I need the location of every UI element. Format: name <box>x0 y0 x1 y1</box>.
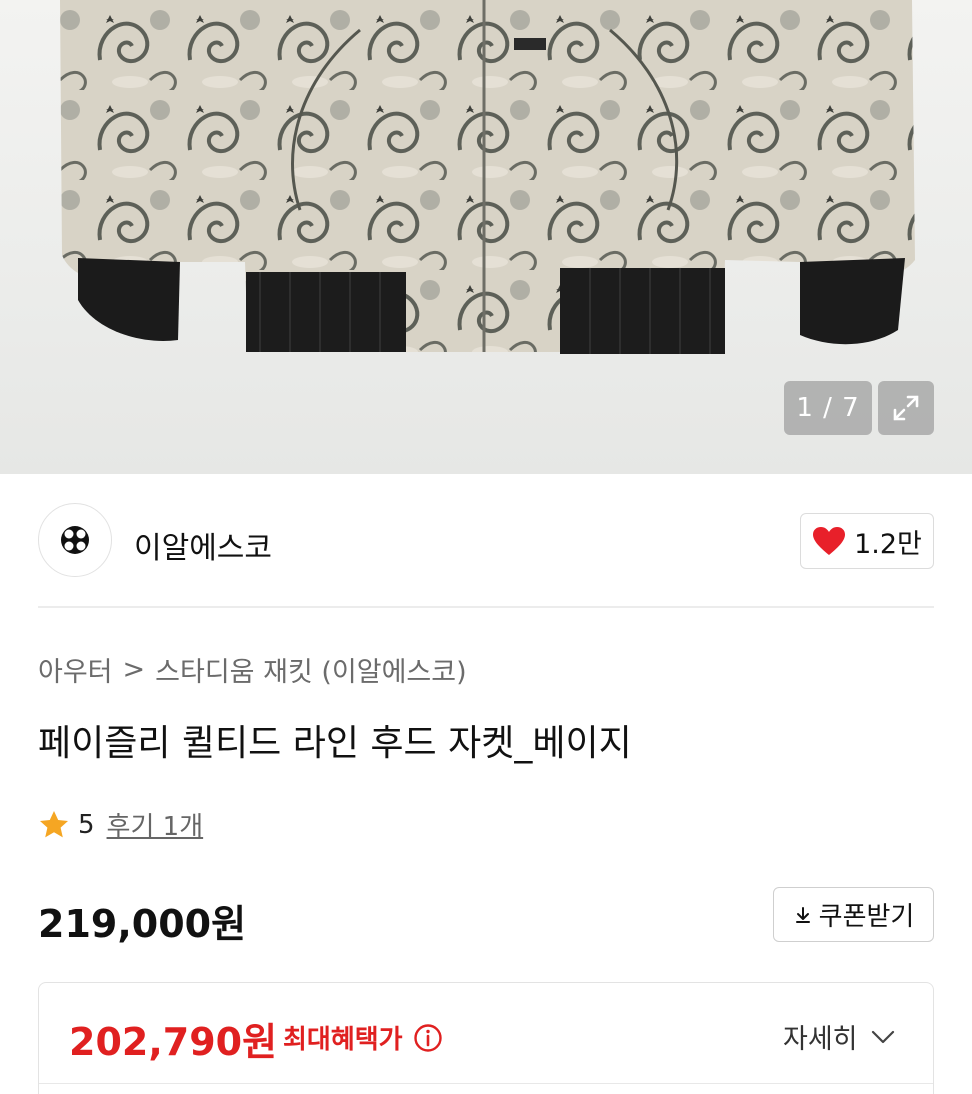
download-icon <box>795 906 810 923</box>
benefit-price: 202,790원 <box>69 1020 278 1064</box>
heart-icon <box>813 527 846 555</box>
breadcrumb: 아우터 > 스타디움 재킷 (이알에스코) <box>38 650 467 689</box>
review-link[interactable]: 후기 1개 <box>107 806 204 843</box>
seller-name[interactable]: 이알에스코 <box>134 523 272 567</box>
benefit-detail-toggle[interactable]: 자세히 <box>783 1017 896 1056</box>
info-icon[interactable] <box>413 1023 443 1053</box>
seller-logo[interactable] <box>38 503 112 577</box>
like-button[interactable]: 1.2만 <box>800 513 934 569</box>
benefit-label-group: 최대혜택가 <box>283 1019 443 1056</box>
product-price: 219,000원 <box>38 902 247 946</box>
expand-icon <box>893 395 919 421</box>
product-image-gallery[interactable]: 1 / 7 <box>0 0 972 474</box>
seller-row[interactable]: 이알에스코 1.2만 <box>38 503 934 579</box>
image-counter: 1 / 7 <box>784 381 872 435</box>
benefit-detail-label: 자세히 <box>783 1024 858 1055</box>
star-icon <box>40 810 68 837</box>
breadcrumb-subcategory[interactable]: 스타디움 재킷 (이알에스코) <box>155 650 466 689</box>
breadcrumb-category[interactable]: 아우터 <box>38 650 113 689</box>
section-divider <box>38 606 934 608</box>
product-title: 페이즐리 퀼티드 라인 후드 자켓_베이지 <box>38 723 632 764</box>
seller-logo-icon <box>61 526 89 554</box>
chevron-down-icon <box>871 1030 894 1043</box>
like-count: 1.2만 <box>854 528 922 560</box>
breadcrumb-separator: > <box>122 654 146 685</box>
max-benefit-box[interactable]: 202,790원 최대혜택가 자세히 <box>38 982 934 1094</box>
coupon-label: 쿠폰받기 <box>818 902 915 932</box>
coupon-button[interactable]: 쿠폰받기 <box>773 887 934 942</box>
benefit-label: 최대혜택가 <box>283 1025 403 1055</box>
benefit-divider <box>39 1083 933 1084</box>
rating-value: 5 <box>78 809 95 840</box>
expand-button[interactable] <box>878 381 934 435</box>
rating-row: 5 후기 1개 <box>38 806 203 843</box>
